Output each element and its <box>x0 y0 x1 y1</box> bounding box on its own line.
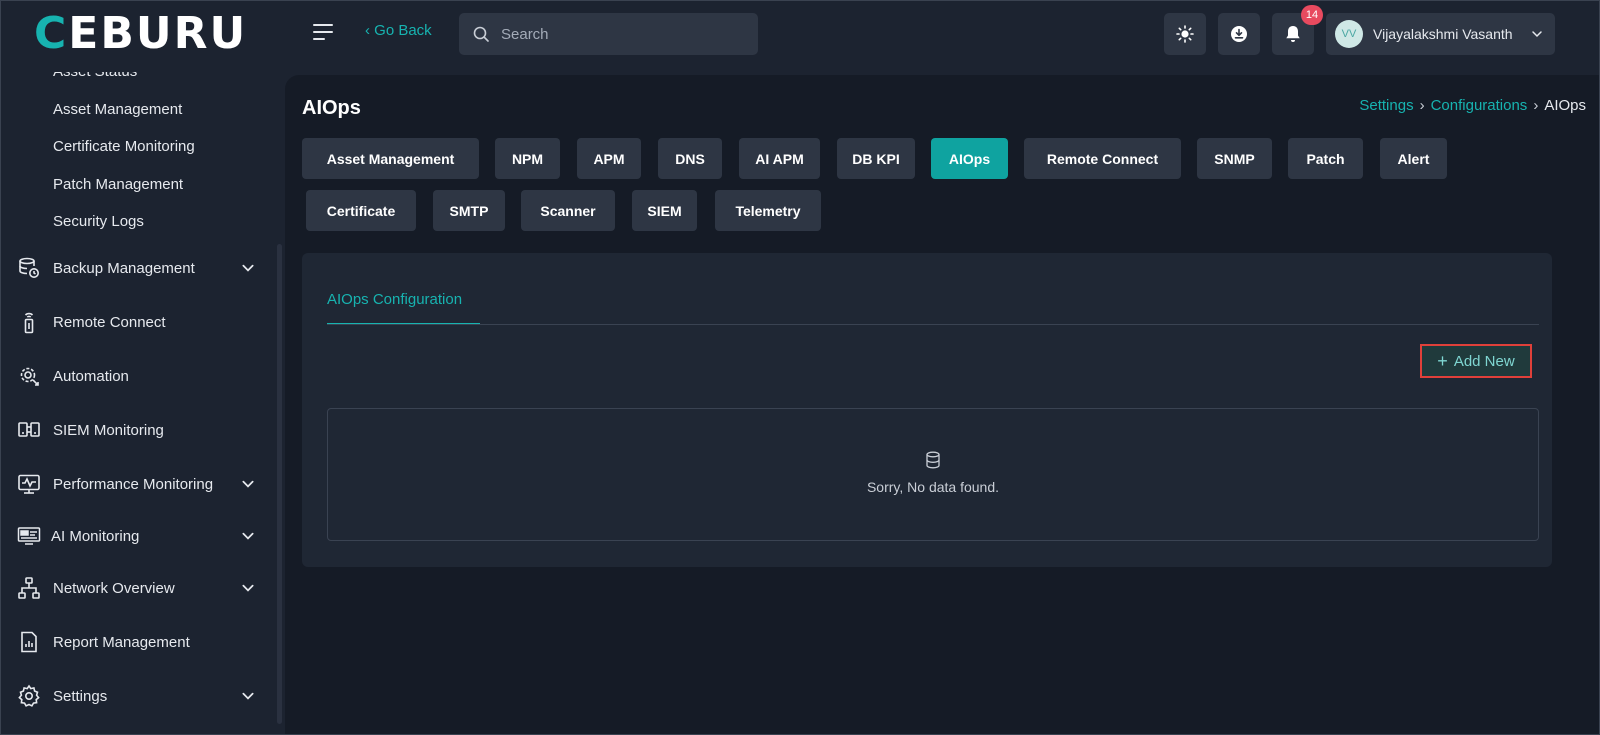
chevron-down-icon <box>242 692 254 700</box>
sidebar-subitem-patch-management[interactable]: Patch Management <box>53 176 183 193</box>
sidebar-item-label: Network Overview <box>53 579 175 597</box>
tab-scanner[interactable]: Scanner <box>521 190 615 231</box>
tab-remote-connect[interactable]: Remote Connect <box>1024 138 1181 179</box>
tab-siem[interactable]: SIEM <box>632 190 697 231</box>
automation-icon <box>17 364 41 388</box>
chevron-down-icon <box>242 264 254 272</box>
tab-smtp[interactable]: SMTP <box>433 190 505 231</box>
breadcrumb-settings[interactable]: Settings <box>1359 97 1413 114</box>
sidebar-item-label: AI Monitoring <box>51 527 140 545</box>
app-logo[interactable]: CEBURU <box>34 12 247 56</box>
sidebar-item-label: Performance Monitoring <box>53 475 214 493</box>
breadcrumb-separator: › <box>1533 97 1539 114</box>
sidebar-item-performance-monitoring[interactable]: Performance Monitoring <box>0 464 280 504</box>
download-icon <box>1231 26 1247 42</box>
sidebar-item-report-management[interactable]: Report Management <box>0 622 280 662</box>
tab-ai-apm[interactable]: AI APM <box>739 138 820 179</box>
breadcrumb: Settings › Configurations › AIOps <box>1359 97 1586 114</box>
backup-icon <box>17 256 41 280</box>
add-new-button[interactable]: + Add New <box>1420 344 1532 378</box>
sidebar-item-remote-connect[interactable]: Remote Connect <box>0 302 280 342</box>
remote-icon <box>17 310 41 334</box>
search-icon <box>473 26 489 42</box>
gear-icon <box>17 684 41 708</box>
sidebar-item-network-overview[interactable]: Network Overview <box>0 568 280 608</box>
sidebar-item-label: Automation <box>53 367 129 385</box>
breadcrumb-current: AIOps <box>1544 97 1586 114</box>
theme-toggle-button[interactable] <box>1164 13 1206 55</box>
chevron-down-icon <box>242 532 254 540</box>
notification-badge: 14 <box>1301 5 1323 25</box>
tab-aiops[interactable]: AIOps <box>931 138 1008 179</box>
sun-icon <box>1176 25 1194 43</box>
configuration-card: AIOps Configuration + Add New Sorry, No … <box>302 253 1552 567</box>
menu-toggle-icon[interactable] <box>313 24 335 42</box>
sidebar-item-siem-monitoring[interactable]: SIEM Monitoring <box>0 410 280 450</box>
sidebar-item-label: Report Management <box>53 633 190 651</box>
user-name: Vijayalakshmi Vasanth <box>1373 26 1513 42</box>
ai-monitor-icon <box>17 524 41 548</box>
tab-telemetry[interactable]: Telemetry <box>715 190 821 231</box>
tab-snmp[interactable]: SNMP <box>1197 138 1272 179</box>
subtab-divider <box>327 324 1539 325</box>
breadcrumb-configurations[interactable]: Configurations <box>1431 97 1528 114</box>
tab-alert[interactable]: Alert <box>1380 138 1447 179</box>
add-new-label: Add New <box>1453 352 1515 370</box>
chevron-down-icon <box>242 584 254 592</box>
subtab-aiops-configuration[interactable]: AIOps Configuration <box>327 291 462 308</box>
sidebar-item-label: Backup Management <box>53 259 195 277</box>
sidebar-subitem-asset-status[interactable]: Asset Status <box>53 72 137 80</box>
network-icon <box>17 576 41 600</box>
user-menu[interactable]: VV Vijayalakshmi Vasanth <box>1326 13 1555 55</box>
tab-apm[interactable]: APM <box>577 138 641 179</box>
tab-patch[interactable]: Patch <box>1288 138 1363 179</box>
search-input[interactable] <box>501 25 741 43</box>
empty-state-text: Sorry, No data found. <box>866 479 1000 495</box>
sidebar-item-ai-monitoring[interactable]: AI Monitoring <box>0 516 280 556</box>
page-title: AIOps <box>302 97 361 119</box>
go-back-link[interactable]: ‹ Go Back <box>365 22 432 39</box>
siem-icon <box>17 418 41 442</box>
avatar: VV <box>1335 20 1363 48</box>
performance-icon <box>17 472 41 496</box>
sidebar-item-label: Settings <box>53 687 108 705</box>
tab-certificate[interactable]: Certificate <box>306 190 416 231</box>
top-header: CEBURU ‹ Go Back 14 VV <box>0 0 1600 72</box>
database-icon <box>926 451 940 469</box>
sidebar: Asset Status Asset Management Certificat… <box>0 72 285 735</box>
breadcrumb-separator: › <box>1419 97 1425 114</box>
bell-icon <box>1286 26 1300 42</box>
chevron-down-icon <box>242 480 254 488</box>
download-button[interactable] <box>1218 13 1260 55</box>
sidebar-subitem-security-logs[interactable]: Security Logs <box>53 213 144 230</box>
tab-npm[interactable]: NPM <box>495 138 560 179</box>
tab-db-kpi[interactable]: DB KPI <box>837 138 915 179</box>
sidebar-subitem-asset-management[interactable]: Asset Management <box>53 101 182 118</box>
logo-text: CEBURU <box>34 8 248 59</box>
sidebar-item-automation[interactable]: Automation <box>0 356 280 396</box>
tab-asset-management[interactable]: Asset Management <box>302 138 479 179</box>
plus-icon: + <box>1437 351 1448 371</box>
tab-dns[interactable]: DNS <box>658 138 722 179</box>
sidebar-subitem-certificate-monitoring[interactable]: Certificate Monitoring <box>53 138 195 155</box>
sidebar-scrollbar[interactable] <box>277 244 282 724</box>
sidebar-item-backup-management[interactable]: Backup Management <box>0 248 280 288</box>
sidebar-item-label: SIEM Monitoring <box>53 421 164 439</box>
chevron-down-icon <box>1532 31 1542 38</box>
main-content: AIOps Settings › Configurations › AIOps … <box>285 75 1600 735</box>
sidebar-item-settings[interactable]: Settings <box>0 676 280 716</box>
search-box[interactable] <box>459 13 758 55</box>
empty-state: Sorry, No data found. <box>327 408 1539 541</box>
report-icon <box>17 630 41 654</box>
sidebar-item-label: Remote Connect <box>53 313 166 331</box>
